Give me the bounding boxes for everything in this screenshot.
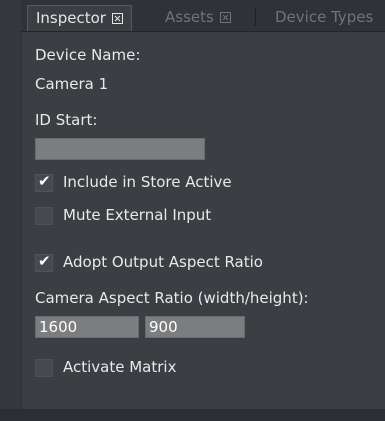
- activate-matrix-checkbox[interactable]: [35, 359, 53, 377]
- tab-separator: [255, 8, 256, 26]
- tab-device-types[interactable]: Device Types: [267, 5, 381, 31]
- include-in-store-label: Include in Store Active: [63, 173, 232, 191]
- tab-inspector[interactable]: Inspector: [27, 5, 132, 31]
- aspect-width-field[interactable]: 1600: [35, 316, 139, 338]
- include-in-store-checkbox-row[interactable]: ✔ Include in Store Active: [35, 172, 275, 193]
- aspect-height-field[interactable]: 900: [145, 316, 245, 338]
- id-start-label: ID Start:: [35, 111, 98, 129]
- mute-external-checkbox-row[interactable]: Mute External Input: [35, 206, 275, 226]
- checkmark-icon: ✔: [38, 252, 51, 270]
- adopt-output-aspect-label: Adopt Output Aspect Ratio: [63, 253, 263, 271]
- activate-matrix-label: Activate Matrix: [63, 358, 177, 376]
- tab-assets[interactable]: Assets: [157, 5, 239, 31]
- tab-bar: Inspector Assets Device Types: [21, 0, 385, 32]
- close-icon[interactable]: [219, 12, 231, 23]
- checkmark-icon: ✔: [38, 172, 51, 190]
- include-in-store-checkbox[interactable]: ✔: [35, 172, 53, 192]
- id-start-field[interactable]: [35, 138, 205, 160]
- tab-device-types-label: Device Types: [275, 8, 374, 26]
- bottom-bar: [0, 409, 385, 421]
- close-icon[interactable]: [111, 13, 123, 24]
- adopt-output-aspect-checkbox-row[interactable]: ✔ Adopt Output Aspect Ratio: [35, 252, 305, 273]
- aspect-ratio-label: Camera Aspect Ratio (width/height):: [35, 289, 309, 307]
- left-gutter: [0, 0, 22, 421]
- tab-assets-label: Assets: [165, 8, 214, 26]
- mute-external-checkbox[interactable]: [35, 207, 53, 225]
- inspector-panel: Inspector Assets Device Types Device Nam…: [0, 0, 385, 421]
- device-name-value: Camera 1: [35, 75, 109, 93]
- tab-inspector-label: Inspector: [36, 9, 106, 27]
- adopt-output-aspect-checkbox[interactable]: ✔: [35, 252, 53, 272]
- device-name-label: Device Name:: [35, 46, 141, 64]
- activate-matrix-checkbox-row[interactable]: Activate Matrix: [35, 358, 235, 378]
- mute-external-label: Mute External Input: [63, 206, 212, 224]
